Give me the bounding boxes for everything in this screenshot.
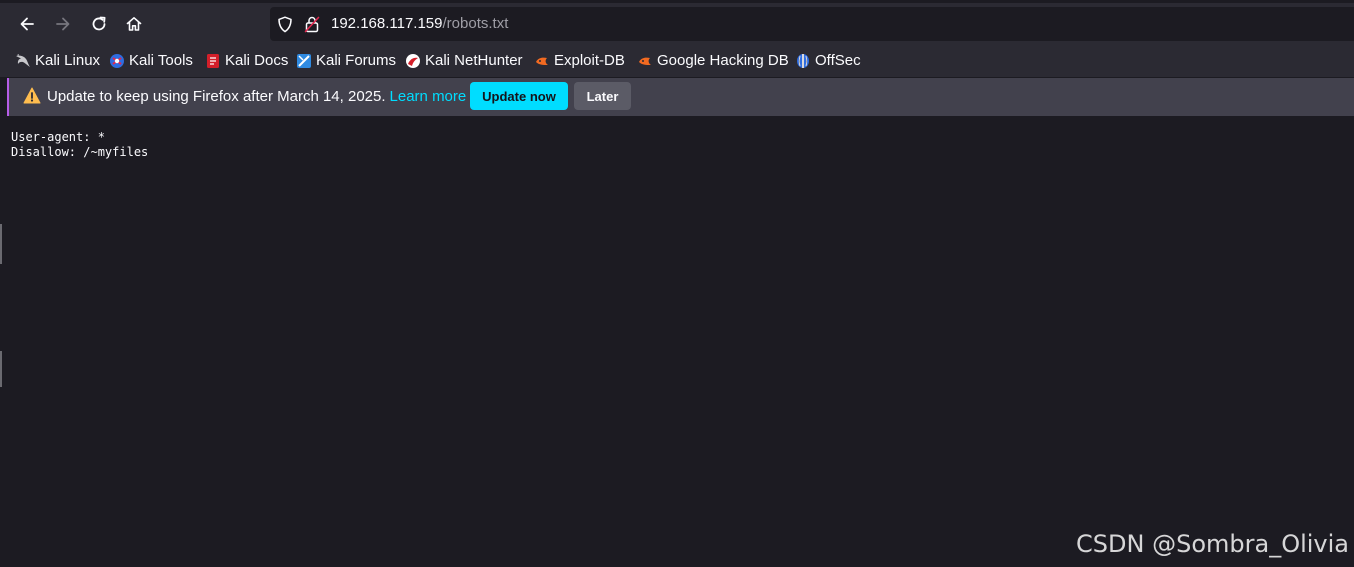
bookmark-kali-linux[interactable]: Kali Linux (15, 50, 100, 72)
robots-txt-content: User-agent: * Disallow: /~myfiles (11, 130, 149, 159)
bookmark-kali-tools[interactable]: Kali Tools (109, 50, 193, 72)
bookmarks-toolbar: Kali Linux Kali Tools Kali Docs Kali For… (0, 44, 1354, 77)
bookmark-label: Exploit-DB (554, 52, 625, 69)
csdn-watermark: CSDN @Sombra_Olivia (1076, 530, 1349, 558)
forward-button[interactable] (48, 9, 78, 39)
exploit-db-icon (536, 57, 548, 65)
bookmark-kali-docs[interactable]: Kali Docs (205, 50, 288, 72)
update-notification-bar: Update to keep using Firefox after March… (7, 78, 1354, 116)
back-button[interactable] (12, 9, 42, 39)
scroll-edge-mark (0, 351, 2, 387)
arrow-right-icon (56, 17, 70, 31)
home-button[interactable] (119, 9, 149, 39)
nethunter-icon (406, 54, 420, 68)
kali-dragon-icon (16, 54, 30, 67)
lock-insecure-icon[interactable] (304, 15, 320, 33)
page-content: User-agent: * Disallow: /~myfiles (0, 119, 1354, 567)
bookmark-google-hacking-db[interactable]: Google Hacking DB (637, 50, 789, 72)
bookmark-offsec[interactable]: OffSec (795, 50, 861, 72)
shield-icon[interactable] (277, 16, 293, 33)
scroll-edge-mark (0, 224, 2, 264)
notification-text: Update to keep using Firefox after March… (47, 88, 386, 105)
url-host: 192.168.117.159 (331, 15, 443, 32)
bookmark-label: Kali Tools (129, 52, 193, 69)
learn-more-link[interactable]: Learn more (390, 88, 467, 105)
arrow-left-icon (20, 17, 34, 31)
bookmark-label: OffSec (815, 52, 861, 69)
bookmark-exploit-db[interactable]: Exploit-DB (534, 50, 625, 72)
reload-icon (92, 16, 106, 31)
kali-forums-icon (297, 54, 311, 68)
url-text[interactable]: 192.168.117.159/robots.txt (331, 15, 508, 33)
bookmark-kali-nethunter[interactable]: Kali NetHunter (405, 50, 523, 72)
url-path: /robots.txt (442, 15, 509, 32)
bookmark-label: Kali Linux (35, 52, 101, 69)
update-now-button[interactable]: Update now (470, 82, 568, 110)
bookmark-label: Kali Docs (225, 52, 289, 69)
warning-icon (23, 87, 41, 104)
kali-docs-icon (207, 54, 219, 68)
reload-button[interactable] (84, 9, 114, 39)
bookmark-label: Kali Forums (316, 52, 397, 69)
later-button[interactable]: Later (574, 82, 631, 110)
navigation-toolbar: 192.168.117.159/robots.txt (0, 0, 1354, 44)
bookmark-label: Kali NetHunter (425, 52, 523, 69)
browser-window: 192.168.117.159/robots.txt Kali Linux Ka… (0, 0, 1354, 567)
home-icon (126, 17, 142, 31)
url-bar[interactable]: 192.168.117.159/robots.txt (270, 7, 1354, 41)
bookmark-kali-forums[interactable]: Kali Forums (296, 50, 396, 72)
kali-tools-icon (110, 54, 124, 68)
ghdb-icon (639, 57, 651, 65)
offsec-icon (797, 54, 809, 68)
bookmark-label: Google Hacking DB (657, 52, 789, 69)
notification-message: Update to keep using Firefox after March… (47, 88, 466, 106)
